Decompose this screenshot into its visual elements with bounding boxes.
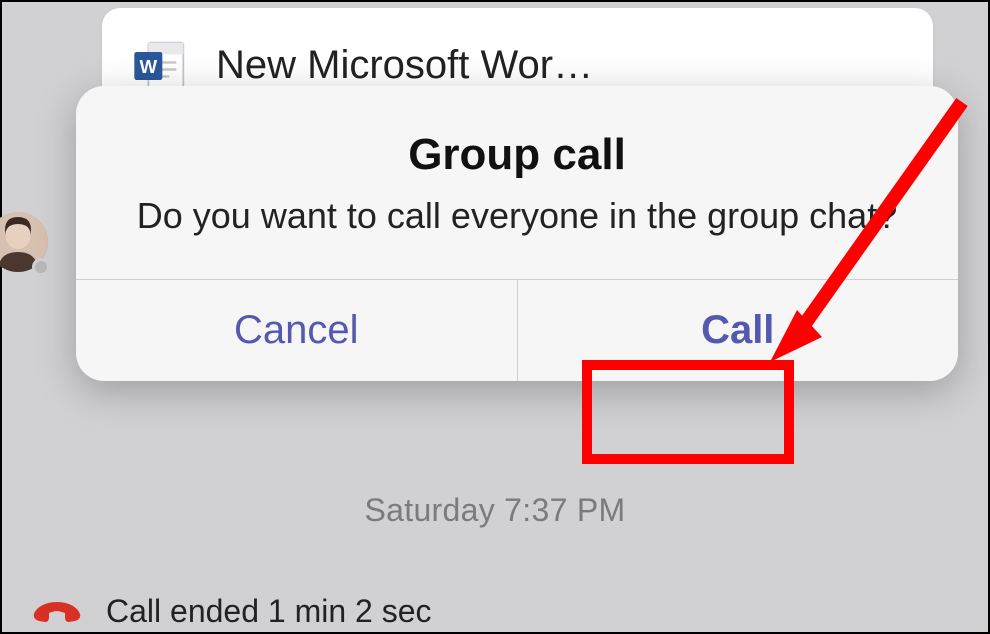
dialog-buttons: Cancel Call <box>76 279 958 381</box>
group-call-dialog: Group call Do you want to call everyone … <box>76 86 958 381</box>
svg-text:W: W <box>140 56 158 77</box>
dialog-body: Group call Do you want to call everyone … <box>76 86 958 279</box>
dialog-message: Do you want to call everyone in the grou… <box>126 192 908 241</box>
cancel-button[interactable]: Cancel <box>76 280 518 381</box>
dialog-title: Group call <box>126 130 908 180</box>
file-name: New Microsoft Wor… <box>216 43 593 88</box>
call-ended-text: Call ended 1 min 2 sec <box>106 593 432 630</box>
call-button[interactable]: Call <box>518 280 959 381</box>
timestamp: Saturday 7:37 PM <box>2 492 988 529</box>
hangup-icon <box>32 596 82 628</box>
call-ended-row: Call ended 1 min 2 sec <box>32 593 432 630</box>
presence-status-icon <box>32 258 50 276</box>
